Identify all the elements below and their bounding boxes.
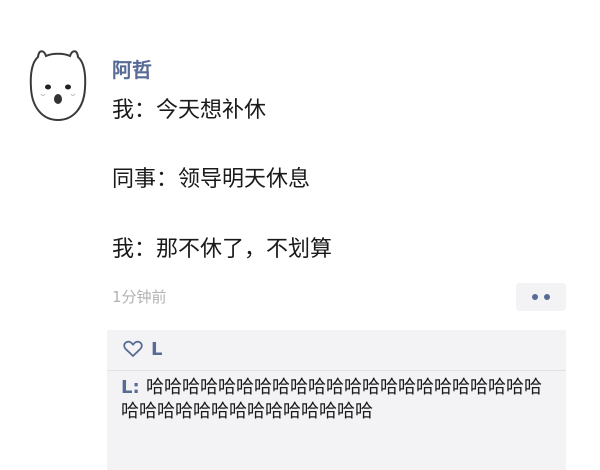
likes-row: L [123,338,162,360]
more-dots-icon [532,294,538,300]
post-line: 我：今天想补休 [112,98,267,123]
heart-outline-icon [123,340,143,358]
panel-divider [107,370,566,371]
commenter-name[interactable]: L [121,377,132,398]
interaction-panel: L L: 哈哈哈哈哈哈哈哈哈哈哈哈哈哈哈哈哈哈哈哈哈哈哈哈哈哈哈哈哈哈哈哈哈哈哈… [107,330,566,470]
comment-separator: : [132,377,146,398]
like-user-name[interactable]: L [151,339,162,360]
more-dots-icon [544,294,550,300]
post-line: 同事：领导明天休息 [112,167,311,192]
cartoon-face-icon [29,50,87,122]
avatar[interactable] [29,44,87,124]
comment-text: 哈哈哈哈哈哈哈哈哈哈哈哈哈哈哈哈哈哈哈哈哈哈哈哈哈哈哈哈哈哈哈哈哈哈哈哈 [121,377,542,422]
author-name[interactable]: 阿哲 [112,57,152,83]
post-time: 1分钟前 [112,288,167,306]
post-line: 我：那不休了，不划算 [112,237,333,262]
more-button[interactable] [516,283,566,311]
comment-item[interactable]: L: 哈哈哈哈哈哈哈哈哈哈哈哈哈哈哈哈哈哈哈哈哈哈哈哈哈哈哈哈哈哈哈哈哈哈哈哈 [121,376,551,424]
